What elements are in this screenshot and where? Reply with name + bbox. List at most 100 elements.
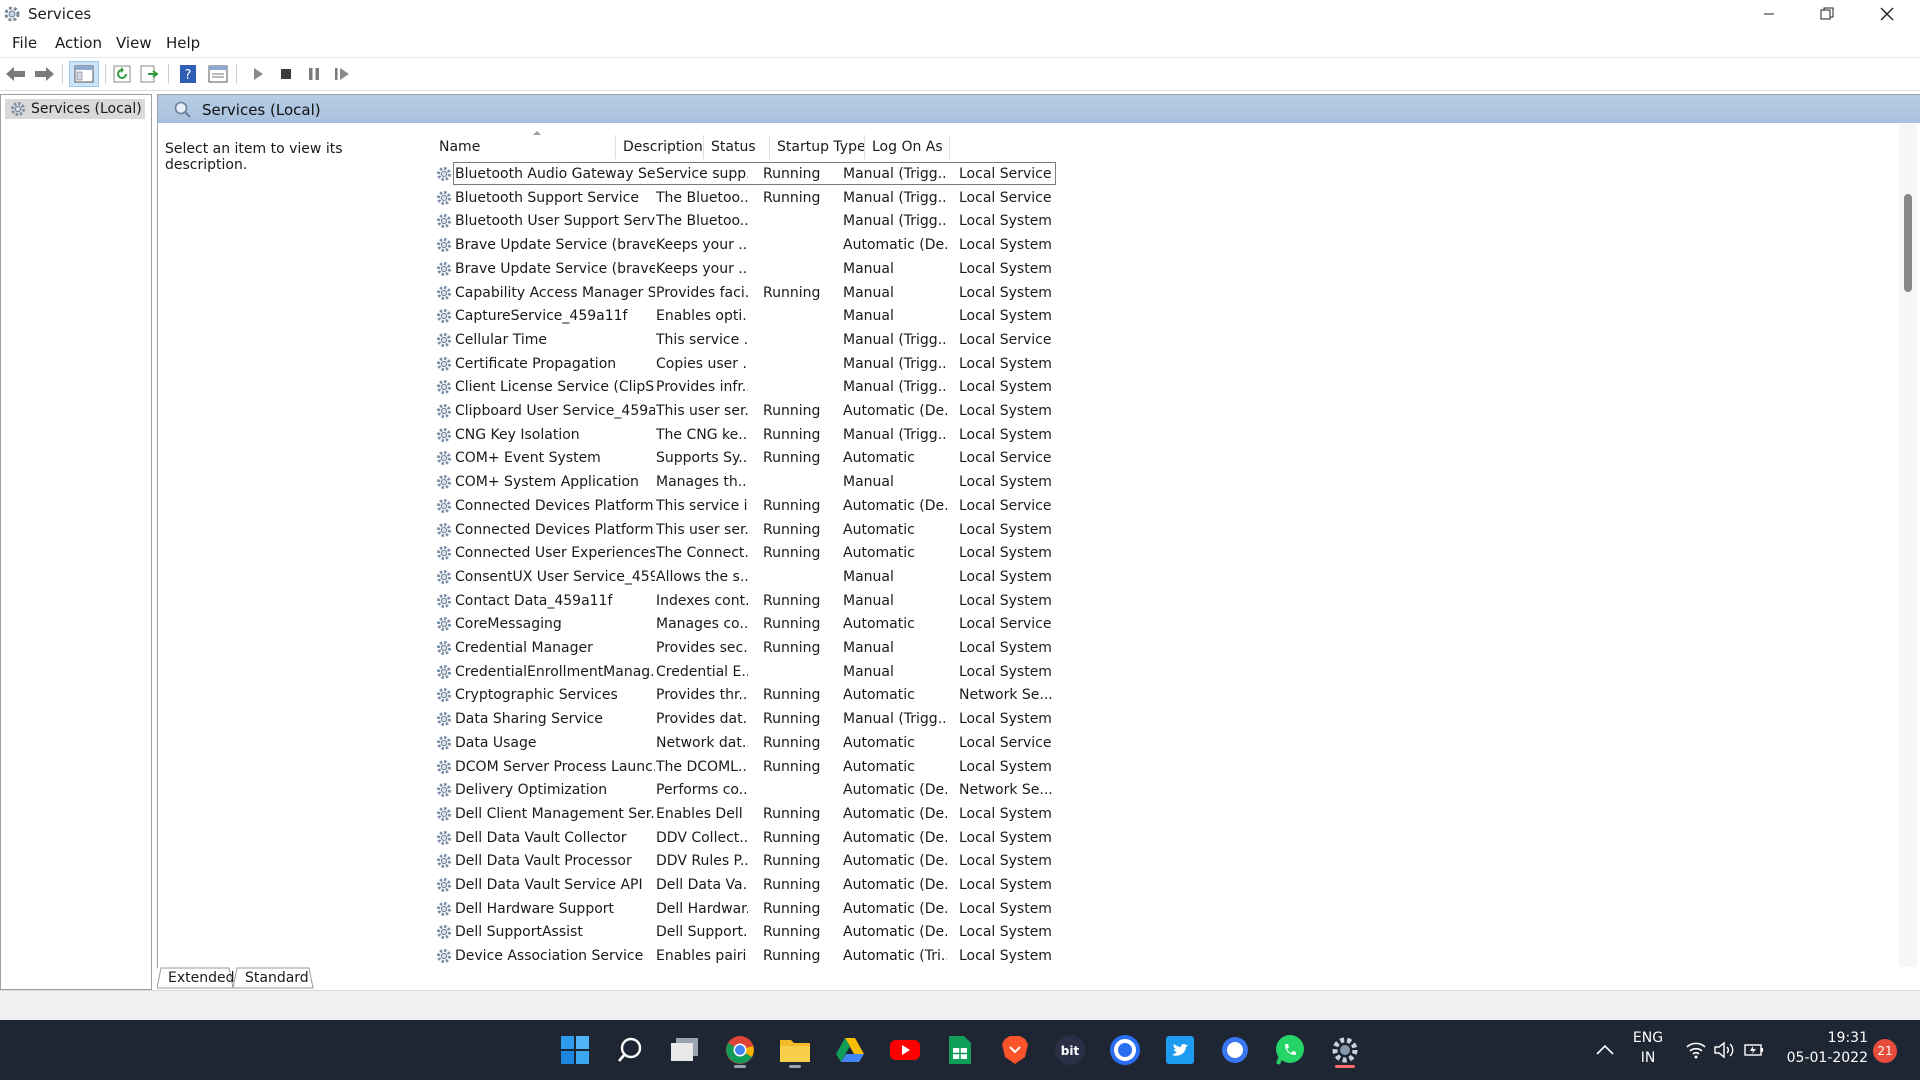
table-row[interactable]: Connected Devices Platform ... This user … [424, 519, 1064, 542]
table-row[interactable]: Clipboard User Service_459a... This user … [424, 400, 1064, 423]
service-gear-icon [435, 284, 453, 306]
table-row[interactable]: CoreMessaging Manages co... Running Automat… [424, 613, 1064, 636]
clock-time[interactable]: 19:31 [1778, 1030, 1868, 1046]
twitter-icon[interactable] [1160, 1030, 1200, 1070]
tab-extended[interactable]: Extended [168, 968, 235, 988]
restart-service-icon[interactable] [330, 63, 354, 85]
start-icon[interactable] [555, 1030, 595, 1070]
battery-icon[interactable] [1734, 1030, 1774, 1070]
menu-help[interactable]: Help [166, 34, 200, 52]
show-hide-console-tree-icon[interactable] [69, 61, 99, 87]
table-row[interactable]: COM+ Event System Supports Sy... Running Au… [424, 447, 1064, 470]
brave-icon[interactable] [995, 1030, 1035, 1070]
table-row[interactable]: CaptureService_459a11f Enables opti... Man… [424, 305, 1064, 328]
service-description: DDV Collect... [656, 829, 748, 846]
youtube-icon[interactable] [885, 1030, 925, 1070]
service-log-on-as: Local System [959, 948, 1052, 965]
service-gear-icon [435, 876, 453, 898]
table-row[interactable]: Delivery Optimization Performs co... Autom… [424, 779, 1064, 802]
whatsapp-icon[interactable] [1270, 1030, 1310, 1070]
google-drive-icon[interactable] [830, 1030, 870, 1070]
table-row[interactable]: Dell Data Vault Service API Dell Data Va.… [424, 874, 1064, 897]
table-row[interactable]: Data Usage Network dat... Running Automatic… [424, 732, 1064, 755]
table-row[interactable]: Bluetooth Support Service The Bluetoo... R… [424, 187, 1064, 210]
title-bar: Services [0, 0, 1920, 28]
table-row[interactable]: Device Association Service Enables pairi.… [424, 945, 1064, 968]
svg-text:bit: bit [1061, 1044, 1080, 1058]
table-row[interactable]: Dell SupportAssist Dell Support... Running… [424, 921, 1064, 944]
notification-badge[interactable]: 21 [1873, 1039, 1897, 1063]
table-row[interactable]: ConsentUX User Service_459... Allows the … [424, 566, 1064, 589]
table-row[interactable]: Data Sharing Service Provides dat... Runni… [424, 708, 1064, 731]
table-row[interactable]: CredentialEnrollmentManag... Credential E… [424, 661, 1064, 684]
column-header-log-on-as[interactable]: Log On As [872, 139, 943, 155]
show-hidden-icons-chevron-icon[interactable] [1585, 1030, 1625, 1070]
search-icon[interactable] [610, 1030, 650, 1070]
column-header-name[interactable]: Name [439, 139, 480, 155]
service-name: Cellular Time [455, 331, 547, 348]
services-gear-icon[interactable] [1325, 1030, 1365, 1070]
language-indicator[interactable]: ENG [1628, 1030, 1668, 1046]
tab-standard[interactable]: Standard [245, 968, 309, 988]
column-header-startup-type[interactable]: Startup Type [777, 139, 866, 155]
service-description: The Bluetoo... [656, 189, 748, 206]
table-row[interactable]: Contact Data_459a11f Indexes cont... Runni… [424, 590, 1064, 613]
table-row[interactable]: Bluetooth User Support Serv... The Blueto… [424, 210, 1064, 233]
table-row[interactable]: Connected User Experiences ... The Connec… [424, 542, 1064, 565]
table-row[interactable]: Connected Devices Platform ... This servi… [424, 495, 1064, 518]
menu-file[interactable]: File [12, 34, 37, 52]
restore-button[interactable] [1798, 0, 1856, 28]
table-row[interactable]: Client License Service (ClipSV... Provide… [424, 376, 1064, 399]
help-icon[interactable]: ? [176, 63, 200, 85]
column-header-status[interactable]: Status [711, 139, 756, 155]
service-status: Running [763, 900, 821, 917]
minimize-button[interactable] [1740, 0, 1798, 28]
region-indicator[interactable]: IN [1628, 1050, 1668, 1066]
pause-service-icon[interactable] [302, 63, 326, 85]
tree-node-services-local[interactable]: Services (Local) [5, 99, 145, 119]
forward-arrow-icon[interactable] [32, 63, 56, 85]
bit-icon[interactable]: bit [1050, 1030, 1090, 1070]
service-status: Running [763, 734, 821, 751]
file-explorer-icon[interactable] [775, 1030, 815, 1070]
back-arrow-icon[interactable] [4, 63, 28, 85]
task-view-icon[interactable] [665, 1030, 705, 1070]
toolbar: ? [0, 57, 1920, 91]
vertical-scrollbar[interactable] [1899, 124, 1917, 967]
service-log-on-as: Local System [959, 758, 1052, 775]
menu-view[interactable]: View [116, 34, 152, 52]
clock-date[interactable]: 05-01-2022 [1770, 1050, 1868, 1066]
table-row[interactable]: Dell Data Vault Collector DDV Collect... R… [424, 827, 1064, 850]
table-row[interactable]: Dell Data Vault Processor DDV Rules P... R… [424, 850, 1064, 873]
service-description: Allows the s... [656, 568, 748, 585]
table-row[interactable]: Brave Update Service (brave) Keeps your .… [424, 234, 1064, 257]
chrome-icon[interactable] [720, 1030, 760, 1070]
table-row[interactable]: DCOM Server Process Launc... The DCOML...… [424, 756, 1064, 779]
properties-icon[interactable] [206, 63, 230, 85]
export-list-icon[interactable] [138, 63, 162, 85]
table-row[interactable]: Cryptographic Services Provides thr... Run… [424, 684, 1064, 707]
service-gear-icon [435, 639, 453, 661]
table-row[interactable]: COM+ System Application Manages th... Manu… [424, 471, 1064, 494]
refresh-icon[interactable] [110, 63, 134, 85]
service-name: Connected User Experiences ... [455, 545, 655, 562]
table-row[interactable]: Capability Access Manager S... Provides f… [424, 282, 1064, 305]
table-row[interactable]: Cellular Time This service ... Manual (Tri… [424, 329, 1064, 352]
table-row[interactable]: Dell Hardware Support Dell Hardwar... Runn… [424, 898, 1064, 921]
start-service-icon[interactable] [246, 63, 270, 85]
table-row[interactable]: CNG Key Isolation The CNG ke... Running Man… [424, 424, 1064, 447]
table-row[interactable]: Dell Client Management Ser... Enables Del… [424, 803, 1064, 826]
scrollbar-thumb[interactable] [1904, 194, 1912, 292]
table-row[interactable]: Credential Manager Provides sec... Running… [424, 637, 1064, 660]
google-sheets-icon[interactable] [940, 1030, 980, 1070]
menu-action[interactable]: Action [55, 34, 102, 52]
stop-service-icon[interactable] [274, 63, 298, 85]
table-row[interactable]: Brave Update Service (brave... Keeps your… [424, 258, 1064, 281]
column-header-description[interactable]: Description [623, 139, 703, 155]
signal-icon[interactable] [1215, 1030, 1255, 1070]
table-row[interactable]: Certificate Propagation Copies user ... Ma… [424, 353, 1064, 376]
cortana-circle-icon[interactable] [1105, 1030, 1145, 1070]
service-name: Contact Data_459a11f [455, 592, 613, 609]
close-button[interactable] [1858, 0, 1916, 28]
service-status: Running [763, 521, 821, 538]
